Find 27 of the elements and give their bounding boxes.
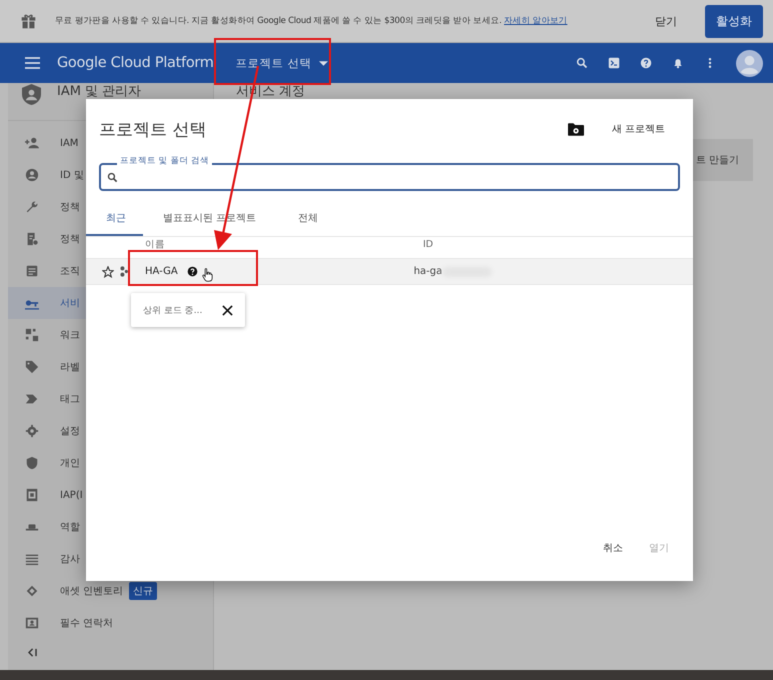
sidebar-label: 정책 xyxy=(60,233,80,246)
sidebar-label: IAP(I xyxy=(60,490,83,500)
sidebar-label: ID 및 xyxy=(60,169,84,182)
product-name: Google Cloud Platform xyxy=(57,55,214,71)
sidebar-label: 조직 xyxy=(60,265,80,278)
search-field-label: 프로젝트 및 폴더 검색 xyxy=(117,156,212,167)
sidebar-label: 필수 연락처 xyxy=(60,617,114,630)
tooltip-text: 상위 로드 중... xyxy=(143,304,204,316)
sidebar-label: 서비 xyxy=(60,297,80,310)
sidebar-title: IAM 및 관리자 xyxy=(57,84,142,99)
sidebar-label: 애셋 인벤토리 xyxy=(60,585,124,598)
new-badge: 신규 xyxy=(129,582,158,600)
sidebar-label: 감사 xyxy=(60,553,80,566)
sidebar-label: 태그 xyxy=(60,393,80,406)
project-id: ha-ga xyxy=(414,266,442,277)
column-header: 이름 xyxy=(145,239,165,251)
trial-message: 무료 평가판을 사용할 수 있습니다. 지금 활성화하여 Google Cloud 제품에 쓸 수 있는 $300의 크레딧을 받아 보세요. 자세히 알아보기 xyxy=(55,15,568,27)
sidebar-label: 설정 xyxy=(60,425,80,438)
project-name: HA-GA xyxy=(145,266,178,277)
sidebar-label: 워크 xyxy=(60,329,80,342)
sidebar-label: 정책 xyxy=(60,201,80,214)
sidebar-label: 라벨 xyxy=(60,361,80,374)
sidebar-label: 개인 xyxy=(60,457,80,470)
sidebar-label: IAM xyxy=(60,138,78,148)
sidebar-label: 역할 xyxy=(60,521,80,534)
dialog-title: 프로젝트 선택 xyxy=(99,118,206,140)
column-header: ID xyxy=(423,239,434,251)
